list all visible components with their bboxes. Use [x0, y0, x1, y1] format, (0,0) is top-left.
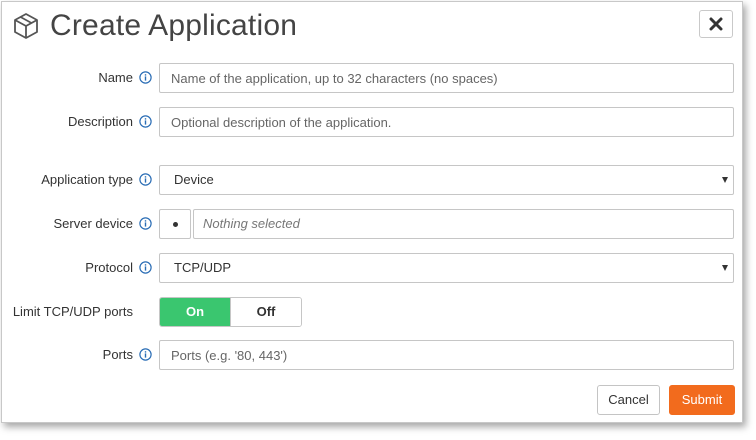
server-device-field[interactable]: Nothing selected: [193, 209, 734, 239]
info-icon[interactable]: [139, 348, 152, 361]
toggle-off-option[interactable]: Off: [230, 298, 301, 326]
create-application-dialog: Create Application Name Description Appl…: [1, 1, 743, 423]
info-icon[interactable]: [139, 71, 152, 84]
server-device-label: Server device: [53, 216, 133, 231]
info-icon[interactable]: [139, 261, 152, 274]
description-label: Description: [67, 114, 133, 129]
cube-icon: [14, 13, 38, 39]
limit-ports-label: Limit TCP/UDP ports: [12, 304, 133, 319]
close-button[interactable]: [699, 10, 733, 38]
info-icon[interactable]: [139, 115, 152, 128]
dialog-header: Create Application: [12, 6, 297, 46]
protocol-label: Protocol: [85, 260, 133, 275]
limit-ports-row: Limit TCP/UDP ports On Off: [2, 297, 742, 327]
close-icon: [709, 17, 723, 31]
toggle-on-option[interactable]: On: [160, 298, 230, 326]
application-type-row: Application type Device: [2, 165, 742, 195]
protocol-value: TCP/UDP: [174, 260, 232, 275]
caret-down-icon: [722, 177, 728, 183]
protocol-select[interactable]: TCP/UDP: [159, 253, 734, 283]
info-icon[interactable]: [139, 173, 152, 186]
application-type-select[interactable]: Device: [159, 165, 734, 195]
ports-input[interactable]: [159, 340, 734, 370]
dialog-title: Create Application: [50, 9, 298, 42]
name-input[interactable]: [159, 63, 734, 93]
description-row: Description: [2, 107, 742, 137]
name-label: Name: [98, 70, 133, 85]
dot-icon: [172, 221, 178, 227]
protocol-row: Protocol TCP/UDP: [2, 253, 742, 283]
caret-down-icon: [722, 265, 728, 271]
ports-label: Ports: [102, 347, 133, 362]
cancel-button[interactable]: Cancel: [597, 385, 660, 415]
application-type-value: Device: [174, 172, 214, 187]
server-device-row: Server device Nothing selected: [2, 209, 742, 239]
server-device-picker-button[interactable]: [159, 209, 191, 239]
submit-button[interactable]: Submit: [669, 385, 735, 415]
limit-ports-toggle: On Off: [159, 297, 302, 327]
application-type-label: Application type: [41, 172, 133, 187]
info-icon[interactable]: [139, 217, 152, 230]
name-row: Name: [2, 63, 742, 93]
ports-row: Ports: [2, 340, 742, 370]
description-input[interactable]: [159, 107, 734, 137]
